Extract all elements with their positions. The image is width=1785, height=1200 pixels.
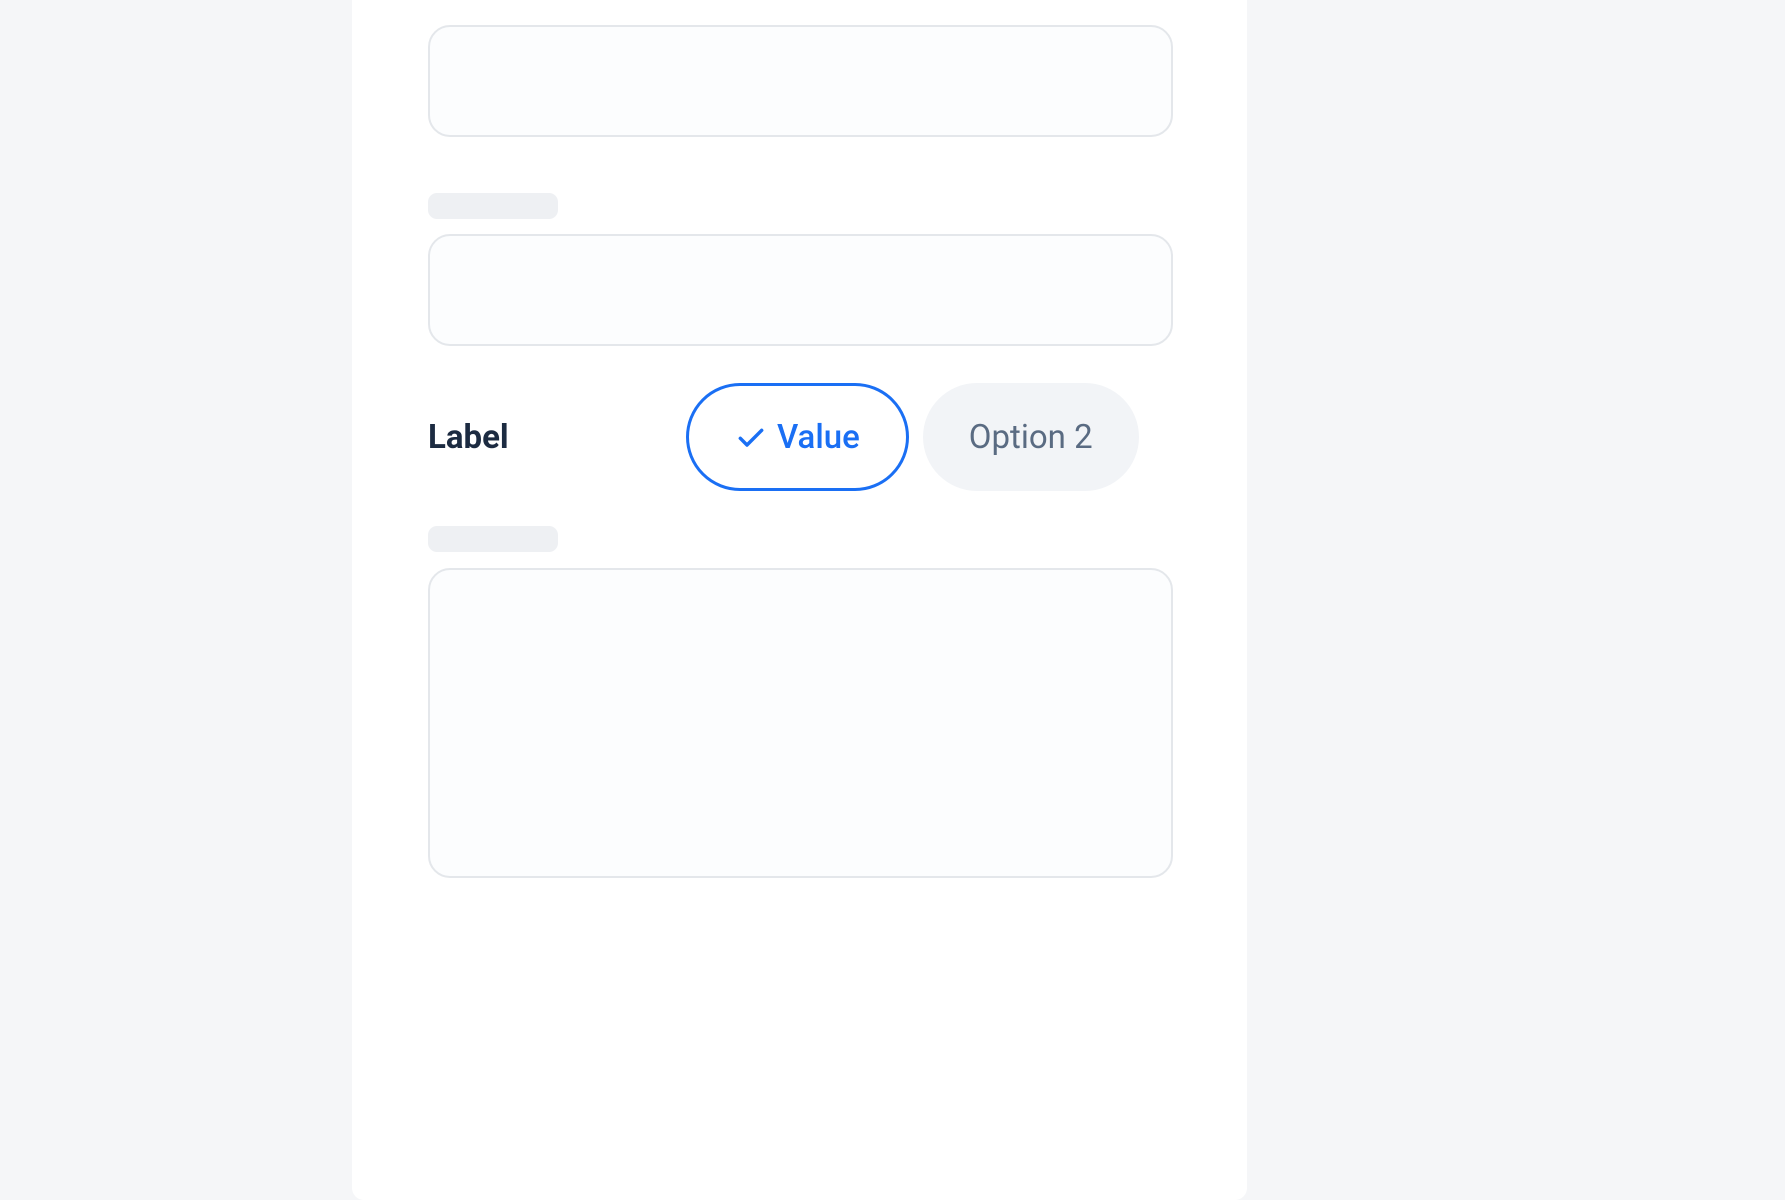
option-selected-pill[interactable]: Value xyxy=(686,383,909,491)
skeleton-label-2 xyxy=(428,193,558,219)
option-unselected-pill[interactable]: Option 2 xyxy=(923,383,1139,491)
page-background: Label Value Option 2 xyxy=(332,0,1267,1134)
form-card: Label Value Option 2 xyxy=(352,0,1247,1200)
option-unselected-label: Option 2 xyxy=(969,418,1093,457)
text-input-1[interactable] xyxy=(428,25,1173,137)
field-label: Label xyxy=(428,418,686,457)
skeleton-label-3 xyxy=(428,526,558,552)
option-selected-label: Value xyxy=(777,418,860,457)
text-input-2[interactable] xyxy=(428,234,1173,346)
check-icon xyxy=(735,421,767,453)
option-selector-row: Label Value Option 2 xyxy=(428,383,1173,491)
textarea-input[interactable] xyxy=(428,568,1173,878)
